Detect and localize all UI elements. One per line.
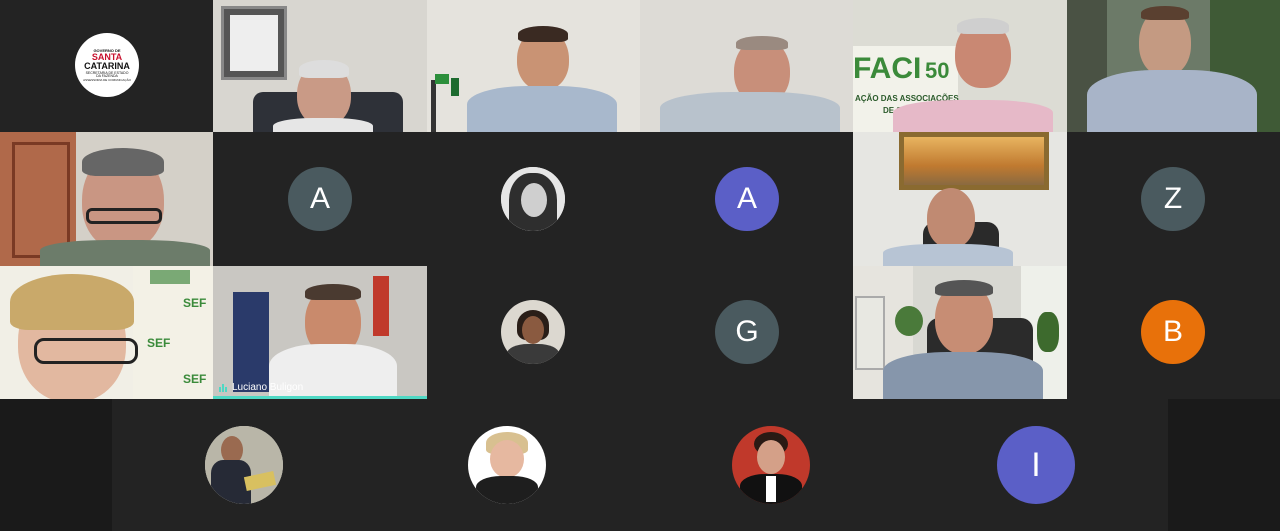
avatar-photo <box>468 426 546 504</box>
avatar-initial: B <box>1141 300 1205 364</box>
flag <box>373 276 389 336</box>
audio-level-icon <box>219 383 227 392</box>
video-frame <box>427 0 640 132</box>
participant-tile-a1[interactable]: A <box>213 132 427 266</box>
video-frame <box>853 266 1067 399</box>
avatar-photo <box>732 426 810 504</box>
avatar-initial: G <box>715 300 779 364</box>
avatar-photo <box>205 426 283 504</box>
participant-tile-a2[interactable]: A <box>640 132 853 266</box>
participant-tile-photo-3[interactable] <box>112 399 376 531</box>
participant-tile-photo-1[interactable] <box>427 132 640 266</box>
wall-plaque <box>221 6 287 80</box>
participant-video-7[interactable] <box>853 132 1067 266</box>
grid-margin-left <box>0 399 112 531</box>
participant-video-2[interactable] <box>427 0 640 132</box>
avatar-photo <box>501 300 565 364</box>
avatar-initial: A <box>288 167 352 231</box>
participant-video-3[interactable] <box>640 0 853 132</box>
grid-margin-right <box>1168 399 1280 531</box>
participant-video-1[interactable] <box>213 0 427 132</box>
participant-video-6[interactable] <box>0 132 213 266</box>
avatar-initial: I <box>997 426 1075 504</box>
avatar-initial: Z <box>1141 167 1205 231</box>
video-frame <box>213 0 427 132</box>
participant-tile-photo-5[interactable] <box>640 399 904 531</box>
brazil-flag <box>435 74 449 84</box>
logo-tile[interactable]: GOVERNO DE SANTA CATARINA SECRETARIA DE … <box>0 0 213 132</box>
video-frame <box>213 266 427 399</box>
participant-video-5[interactable] <box>1067 0 1280 132</box>
faci-banner-text: FACI <box>853 52 922 85</box>
speaker-name-tag: Luciano Buligon <box>219 382 303 393</box>
active-speaker-tile[interactable]: Luciano Buligon <box>213 266 427 399</box>
video-frame: SEF SEF SEF <box>0 266 213 399</box>
participant-tile-photo-4[interactable] <box>376 399 640 531</box>
participant-tile-b[interactable]: B <box>1067 266 1280 399</box>
sef-backdrop-text: SEF <box>183 296 207 310</box>
avatar-photo <box>501 167 565 231</box>
participant-tile-z[interactable]: Z <box>1067 132 1280 266</box>
participant-video-9[interactable] <box>853 266 1067 399</box>
participant-tile-i[interactable]: I <box>904 399 1168 531</box>
wall-painting <box>899 132 1049 190</box>
participant-tile-photo-2[interactable] <box>427 266 640 399</box>
speaker-name: Luciano Buligon <box>232 382 304 393</box>
video-frame <box>853 132 1067 266</box>
video-frame <box>0 132 213 266</box>
participant-tile-g[interactable]: G <box>640 266 853 399</box>
sc-government-logo: GOVERNO DE SANTA CATARINA SECRETARIA DE … <box>75 33 139 97</box>
avatar-initial: A <box>715 167 779 231</box>
video-frame <box>640 0 853 132</box>
participant-video-8[interactable]: SEF SEF SEF <box>0 266 213 399</box>
participant-video-4[interactable]: FACI 50 AÇÃO DAS ASSOCIAÇÕES DE SANTA CA… <box>853 0 1067 132</box>
video-frame <box>1067 0 1280 132</box>
video-frame: FACI 50 AÇÃO DAS ASSOCIAÇÕES DE SANTA CA… <box>853 0 1067 132</box>
